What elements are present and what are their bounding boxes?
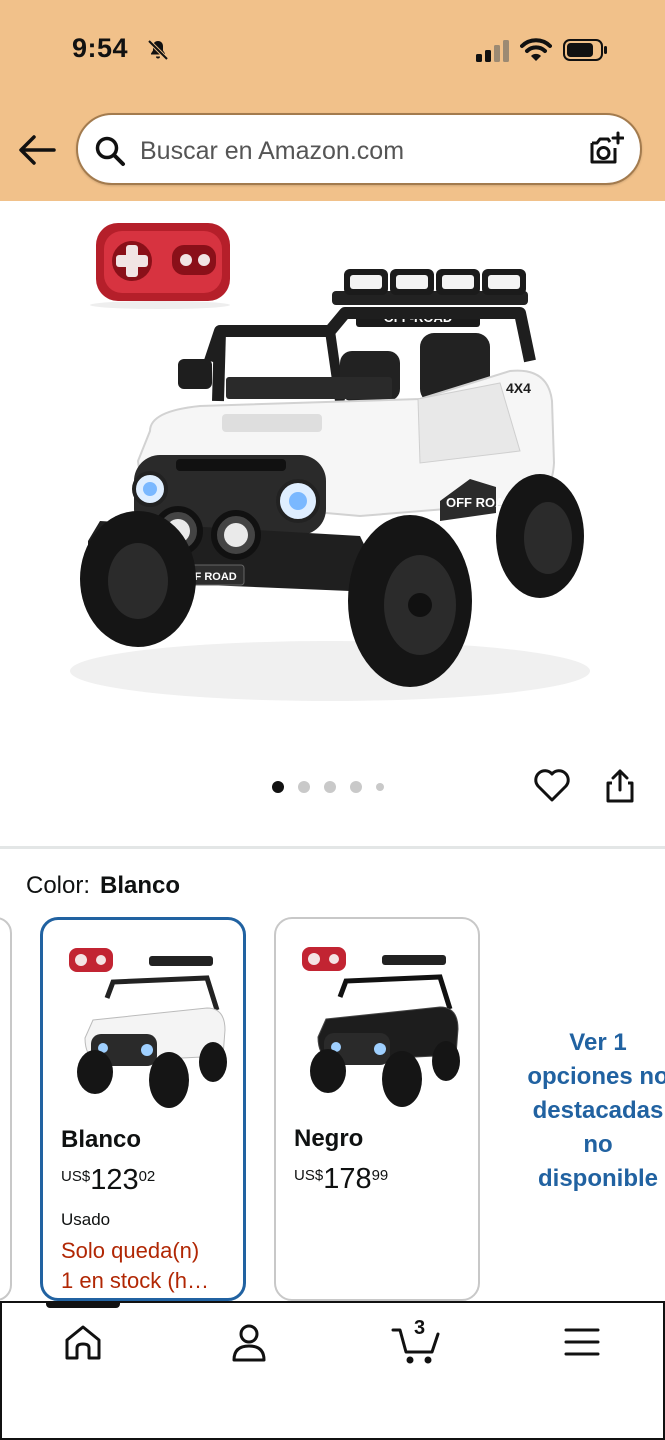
price-currency: US$: [61, 1168, 91, 1185]
swatch-price: US$12302: [61, 1164, 155, 1197]
camera-icon[interactable]: [586, 131, 624, 169]
swatch-stock-status: Solo queda(n) 1 en stock (h…: [61, 1236, 237, 1296]
wifi-icon: [520, 38, 552, 61]
swatch-name: Negro: [294, 1125, 364, 1152]
more-options-link[interactable]: Ver 1 opciones no destacadas no disponib…: [518, 1026, 665, 1196]
swatch-thumbnail: [69, 948, 227, 1108]
search-bar[interactable]: [76, 113, 642, 185]
section-divider: [0, 846, 665, 849]
price-fraction: 02: [138, 1168, 156, 1185]
signal-icon: [476, 40, 509, 62]
account-icon[interactable]: [224, 1320, 274, 1366]
gallery-dot[interactable]: [350, 781, 362, 793]
swatch-name: Blanco: [61, 1126, 142, 1153]
swatch-blanco[interactable]: Blanco US$12302 Usado Solo queda(n) 1 en…: [40, 917, 246, 1301]
gallery-dot[interactable]: [272, 781, 284, 793]
active-tab-indicator: [46, 1301, 120, 1308]
price-currency: US$: [294, 1167, 324, 1184]
price-whole: 178: [323, 1163, 372, 1195]
product-image-gallery[interactable]: OFF-ROAD 4X4 OFF ROAD OFF ROAD: [0, 201, 665, 741]
search-input[interactable]: [140, 131, 560, 171]
share-icon[interactable]: [604, 768, 636, 804]
search-icon: [95, 136, 125, 166]
cart-count-badge: 3: [414, 1317, 426, 1339]
back-arrow-icon[interactable]: [18, 134, 56, 166]
color-selector-label: Color: Blanco: [26, 872, 180, 900]
menu-icon[interactable]: [558, 1320, 608, 1366]
battery-icon: [563, 39, 607, 61]
more-options-line: destacadas: [532, 1097, 664, 1124]
gallery-dot[interactable]: [298, 781, 310, 793]
more-options-line: no: [583, 1131, 613, 1158]
swatch-price: US$17899: [294, 1163, 388, 1196]
bell-slash-icon: [147, 39, 169, 61]
more-options-line: opciones no: [527, 1063, 665, 1090]
stock-line: Solo queda(n): [61, 1238, 200, 1263]
stock-line: 1 en stock (h…: [61, 1268, 209, 1293]
home-icon[interactable]: [58, 1320, 108, 1366]
price-fraction: 99: [371, 1167, 389, 1184]
status-time: 9:54: [72, 33, 129, 63]
swatch-negro[interactable]: Negro US$17899: [274, 917, 480, 1301]
heart-icon[interactable]: [533, 767, 571, 803]
gallery-dot[interactable]: [376, 783, 384, 791]
4x4-decal-text: 4X4: [506, 380, 531, 396]
swatch-previous-edge[interactable]: [0, 917, 12, 1301]
gallery-dot[interactable]: [324, 781, 336, 793]
color-label: Color:: [26, 872, 91, 899]
app-header: 9:54: [0, 0, 665, 201]
color-selected-value: Blanco: [100, 872, 181, 899]
gallery-pagination[interactable]: [272, 780, 384, 794]
product-image: OFF-ROAD 4X4 OFF ROAD OFF ROAD: [70, 223, 590, 701]
price-whole: 123: [90, 1164, 139, 1196]
swatch-thumbnail: [302, 947, 460, 1107]
more-options-line: disponible: [538, 1165, 658, 1192]
remote-control-image: [90, 223, 230, 309]
swatch-condition: Usado: [61, 1210, 111, 1229]
more-options-line: Ver 1: [569, 1029, 627, 1056]
